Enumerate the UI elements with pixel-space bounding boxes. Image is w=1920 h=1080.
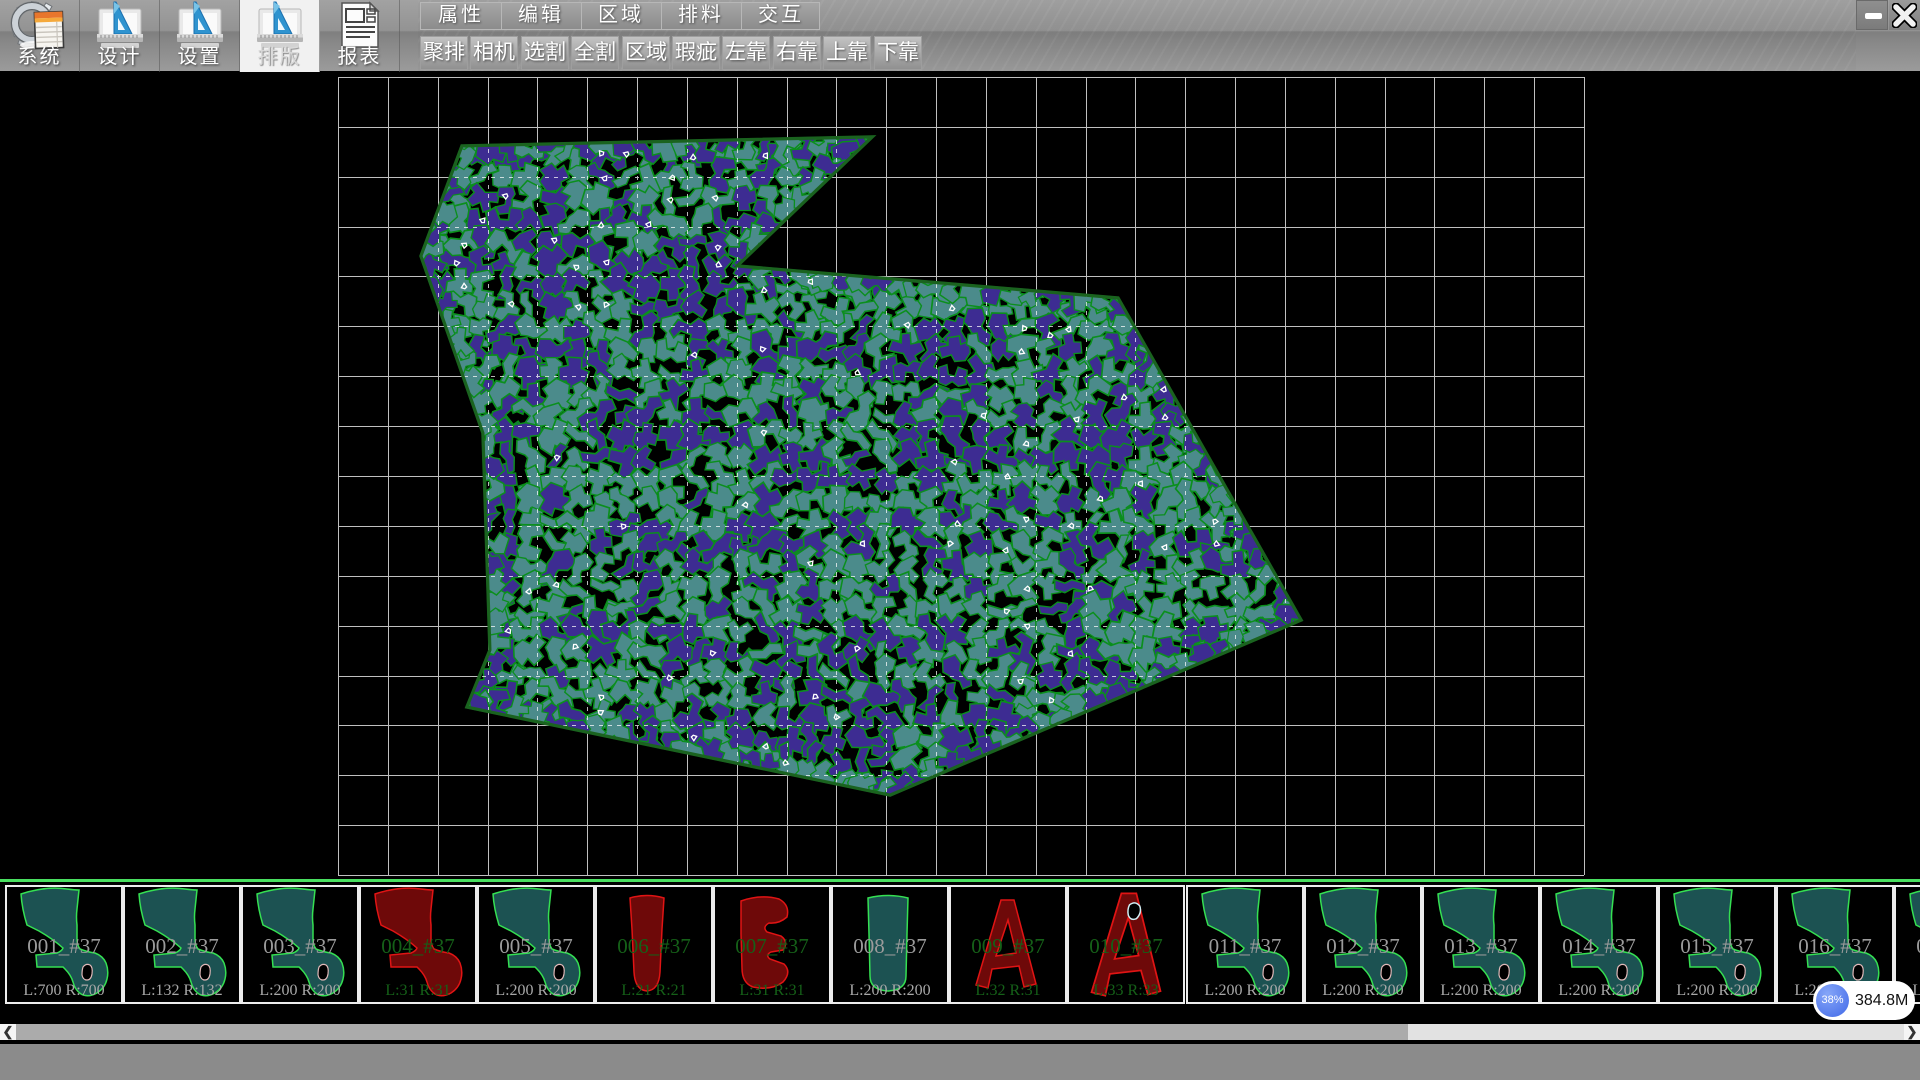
svg-text:009_#37: 009_#37	[971, 934, 1045, 958]
svg-text:006_#37: 006_#37	[617, 934, 691, 958]
svg-text:008_#37: 008_#37	[853, 934, 927, 958]
svg-text:017_#37: 017_#37	[1916, 934, 1920, 958]
svg-text:011_#37: 011_#37	[1209, 934, 1282, 958]
svg-text:004_#37: 004_#37	[381, 934, 455, 958]
svg-text:002_#37: 002_#37	[145, 934, 219, 958]
svg-text:L:31 R:31: L:31 R:31	[385, 982, 450, 999]
svg-text:L:200 R:200: L:200 R:200	[495, 982, 576, 999]
svg-text:005_#37: 005_#37	[499, 934, 573, 958]
svg-text:016_#37: 016_#37	[1798, 934, 1872, 958]
svg-text:007_#37: 007_#37	[735, 934, 809, 958]
svg-text:012_#37: 012_#37	[1326, 934, 1400, 958]
svg-text:015_#37: 015_#37	[1680, 934, 1754, 958]
svg-text:010_#37: 010_#37	[1089, 934, 1163, 958]
svg-text:L:700 R:700: L:700 R:700	[23, 982, 104, 999]
svg-text:L:132 R:132: L:132 R:132	[141, 982, 222, 999]
svg-text:L:200 R:200: L:200 R:200	[1322, 982, 1403, 999]
svg-text:L:200 R:200: L:200 R:200	[1204, 982, 1285, 999]
svg-text:L:200 R:200: L:200 R:200	[849, 982, 930, 999]
svg-text:L:31 R:31: L:31 R:31	[739, 982, 804, 999]
svg-text:003_#37: 003_#37	[263, 934, 337, 958]
svg-text:L:200 R:200: L:200 R:200	[1440, 982, 1521, 999]
svg-text:L:32 R:31: L:32 R:31	[975, 982, 1040, 999]
svg-text:001_#37: 001_#37	[27, 934, 101, 958]
svg-text:L:200 R:200: L:200 R:200	[1676, 982, 1757, 999]
svg-text:L:200 R:200: L:200 R:200	[1558, 982, 1639, 999]
svg-text:014_#37: 014_#37	[1562, 934, 1636, 958]
svg-text:L:21 R:21: L:21 R:21	[621, 982, 686, 999]
svg-text:L:200 R:200: L:200 R:200	[259, 982, 340, 999]
svg-text:013_#37: 013_#37	[1444, 934, 1518, 958]
svg-text:L:33 R:33: L:33 R:33	[1093, 982, 1158, 999]
